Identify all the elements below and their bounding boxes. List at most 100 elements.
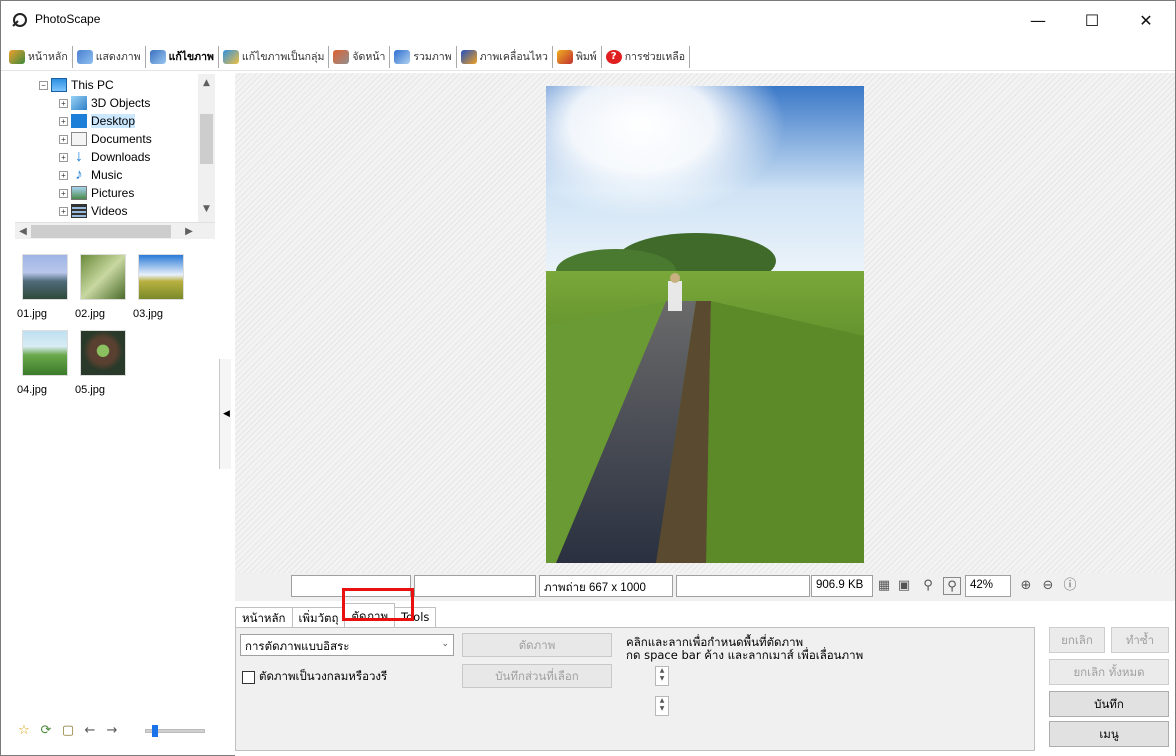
tree-item-this-pc[interactable]: − This PC	[39, 76, 114, 94]
back-arrow-icon[interactable]: ←	[81, 722, 99, 740]
menu-button[interactable]: เมนู	[1049, 721, 1169, 747]
desktop-icon	[71, 114, 87, 128]
undo-button[interactable]: ยกเลิก	[1049, 627, 1105, 653]
favorite-star-icon[interactable]: ☆	[15, 722, 33, 740]
left-panel: − This PC + 3D Objects + Desktop + Docum…	[15, 74, 215, 743]
thumbnail-item[interactable]: 01.jpg	[17, 246, 73, 320]
scrollbar-thumb[interactable]	[31, 225, 171, 238]
thumbnail-item[interactable]: 05.jpg	[75, 322, 131, 396]
3d-objects-icon	[71, 96, 87, 110]
tab-page[interactable]: จัดหน้า	[331, 45, 391, 68]
status-box-empty	[414, 575, 536, 597]
tree-item-downloads[interactable]: + ↓ Downloads	[59, 148, 150, 166]
zoom-out-icon[interactable]: ⊖	[1039, 577, 1057, 595]
scrollbar-thumb[interactable]	[200, 114, 213, 164]
tree-item-desktop[interactable]: + Desktop	[59, 112, 136, 130]
thumbnail-list: 01.jpg 02.jpg 03.jpg 04.jpg 05.jpg	[15, 246, 215, 706]
thumbnail-image	[80, 330, 126, 376]
expand-icon[interactable]: +	[59, 134, 68, 144]
left-bottom-toolbar: ☆ ⟳ ▢ ← →	[15, 720, 215, 742]
tab-label: พิมพ์	[575, 51, 597, 63]
status-box-empty	[676, 575, 810, 597]
tree-item-videos[interactable]: + Videos	[59, 202, 127, 220]
thumbnail-image	[22, 330, 68, 376]
minimize-button[interactable]: —	[1015, 1, 1061, 39]
tab-viewer[interactable]: แสดงภาพ	[75, 45, 146, 68]
refresh-icon[interactable]: ⟳	[37, 722, 55, 740]
expand-icon[interactable]: +	[59, 170, 68, 180]
save-button[interactable]: บันทึก	[1049, 691, 1169, 717]
expand-icon[interactable]: +	[59, 206, 68, 216]
scroll-up-icon[interactable]: ▲	[198, 78, 215, 92]
scroll-left-icon[interactable]: ◀	[15, 223, 31, 240]
tab-batch-editor[interactable]: แก้ไขภาพเป็นกลุ่ม	[221, 45, 330, 68]
maximize-button[interactable]: ☐	[1069, 1, 1115, 39]
pictures-icon	[71, 186, 87, 200]
transparency-grid-icon[interactable]: ▦	[875, 577, 893, 595]
tab-print[interactable]: พิมพ์	[555, 45, 602, 68]
tab-editor[interactable]: แก้ไขภาพ	[148, 45, 219, 68]
thumbnail-caption: 01.jpg	[17, 308, 47, 320]
expand-icon[interactable]: +	[59, 188, 68, 198]
expand-icon[interactable]: +	[59, 98, 68, 108]
subtab-home[interactable]: หน้าหลัก	[235, 607, 293, 627]
tab-animated-gif[interactable]: ภาพเคลื่อนไหว	[459, 45, 553, 68]
tree-item-pictures[interactable]: + Pictures	[59, 184, 134, 202]
help-icon: ?	[605, 49, 622, 64]
height-spinner[interactable]: ▲ ▼	[655, 696, 669, 716]
tree-item-label: Pictures	[91, 186, 135, 200]
actual-size-icon[interactable]: ⚲	[919, 577, 937, 595]
photo-dimensions: ภาพถ่าย 667 x 1000	[539, 575, 673, 597]
tab-label: แสดงภาพ	[95, 51, 141, 63]
slider-knob[interactable]	[152, 725, 158, 737]
tab-label: หน้าหลัก	[28, 51, 68, 63]
thumbnail-caption: 04.jpg	[17, 384, 47, 396]
expand-icon[interactable]: +	[59, 152, 68, 162]
tree-item-music[interactable]: + ♪ Music	[59, 166, 122, 184]
tree-item-documents[interactable]: + Documents	[59, 130, 152, 148]
collapse-arrow-icon[interactable]: ◀	[223, 409, 230, 419]
tab-label: ภาพเคลื่อนไหว	[479, 51, 548, 63]
tab-label: การช่วยเหลือ	[624, 51, 686, 63]
main-tab-strip: หน้าหลัก แสดงภาพ แก้ไขภาพ แก้ไขภาพเป็นกล…	[1, 43, 1175, 71]
thumbnail-image	[138, 254, 184, 300]
tab-help[interactable]: ? การช่วยเหลือ	[604, 45, 691, 68]
scroll-right-icon[interactable]: ▶	[181, 223, 197, 240]
close-button[interactable]: ✕	[1123, 1, 1169, 39]
tab-label: รวมภาพ	[413, 51, 452, 63]
thumbnail-item[interactable]: 04.jpg	[17, 322, 73, 396]
circle-crop-checkbox[interactable]: ตัดภาพเป็นวงกลมหรือวงรี	[242, 668, 387, 686]
home-app-icon	[9, 49, 25, 64]
fit-screen-icon[interactable]: ▣	[895, 577, 913, 595]
crop-mode-select[interactable]: การตัดภาพแบบอิสระ ⌄	[240, 634, 454, 656]
scroll-down-icon[interactable]: ▼	[198, 204, 215, 218]
redo-button[interactable]: ทำซ้ำ	[1111, 627, 1169, 653]
undo-all-button[interactable]: ยกเลิก ทั้งหมด	[1049, 659, 1169, 685]
thumbnail-item[interactable]: 02.jpg	[75, 246, 131, 320]
edited-photo[interactable]	[546, 86, 864, 563]
image-canvas[interactable]	[235, 73, 1175, 573]
crop-button[interactable]: ตัดภาพ	[462, 633, 612, 657]
save-selection-button[interactable]: บันทึกส่วนที่เลือก	[462, 664, 612, 688]
forward-arrow-icon[interactable]: →	[103, 722, 121, 740]
viewer-icon	[76, 49, 93, 64]
panel-splitter[interactable]: ◀	[219, 359, 231, 469]
thumbnail-size-slider[interactable]	[145, 725, 205, 737]
subtab-add-object[interactable]: เพิ่มวัตถุ	[291, 607, 346, 627]
open-folder-icon[interactable]: ▢	[59, 722, 77, 740]
photoscape-logo-icon	[12, 13, 27, 27]
tab-home[interactable]: หน้าหลัก	[7, 45, 73, 68]
expand-icon[interactable]: +	[59, 116, 68, 126]
info-icon[interactable]: ⓘ	[1061, 577, 1079, 595]
crop-hint: คลิกและลากเพื่อกำหนดพื้นที่ตัดภาพ กด spa…	[626, 636, 863, 662]
tab-combine[interactable]: รวมภาพ	[392, 45, 457, 68]
tree-horizontal-scrollbar[interactable]: ◀ ▶	[15, 222, 215, 239]
collapse-icon[interactable]: −	[39, 80, 48, 90]
checkbox-box[interactable]	[242, 670, 255, 684]
tree-vertical-scrollbar[interactable]: ▲ ▼	[198, 74, 215, 222]
thumbnail-item[interactable]: 03.jpg	[133, 246, 189, 320]
zoom-in-icon[interactable]: ⊕	[1017, 577, 1035, 595]
zoom-fit-icon[interactable]: ⚲	[943, 577, 961, 595]
width-spinner[interactable]: ▲ ▼	[655, 666, 669, 686]
tree-item-3d-objects[interactable]: + 3D Objects	[59, 94, 150, 112]
